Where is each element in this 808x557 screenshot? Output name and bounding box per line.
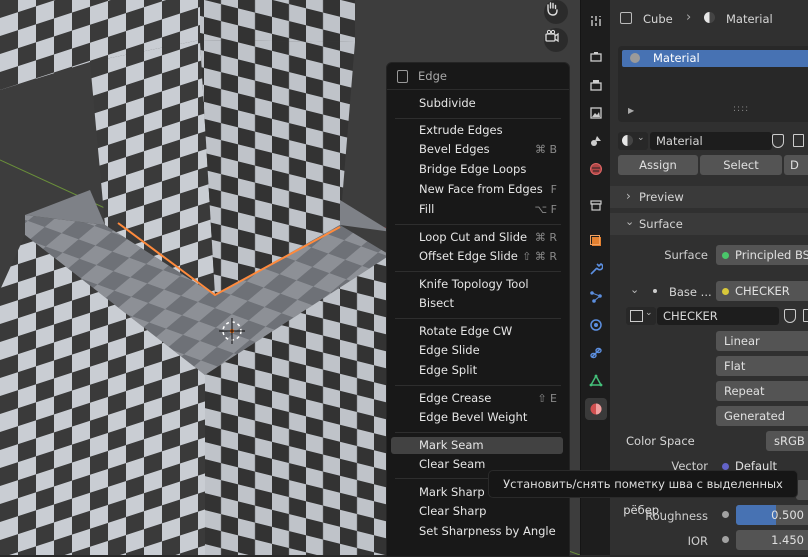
menu-icon xyxy=(397,70,408,83)
menu-item-subdivide[interactable]: Subdivide xyxy=(391,95,563,112)
chevron-down-icon: ⌄ xyxy=(625,215,635,228)
ior-value: 1.450 xyxy=(771,533,804,547)
object-icon[interactable] xyxy=(585,230,607,252)
particles-icon[interactable] xyxy=(585,286,607,308)
menu-item-set-sharpness-by-angle[interactable]: Set Sharpness by Angle xyxy=(391,523,563,540)
expand-triangle-icon[interactable]: ▶ xyxy=(628,106,634,115)
material-slot-list[interactable]: Material ▶ :::: xyxy=(618,46,808,122)
menu-item-bridge-edge-loops[interactable]: Bridge Edge Loops xyxy=(391,161,563,178)
scene-icon[interactable] xyxy=(585,130,607,152)
extension-dropdown[interactable]: Repeat xyxy=(716,381,808,401)
surface-shader-field[interactable]: Principled BS xyxy=(716,245,808,265)
output-icon[interactable] xyxy=(585,74,607,96)
material-selector: ⌄ Material xyxy=(610,130,808,152)
image-name-field[interactable]: CHECKER xyxy=(657,307,779,325)
menu-item-knife-topology-tool[interactable]: Knife Topology Tool xyxy=(391,276,563,293)
menu-item-extrude-edges[interactable]: Extrude Edges xyxy=(391,122,563,139)
menu-item-bevel-edges[interactable]: Bevel Edges ⌘ B xyxy=(391,141,563,158)
menu-item-clear-sharp[interactable]: Clear Sharp xyxy=(391,503,563,520)
menu-title: Edge xyxy=(418,69,447,83)
assign-button[interactable]: Assign xyxy=(618,155,698,175)
browse-image-icon[interactable]: ⌄ xyxy=(626,307,656,325)
collection-icon[interactable] xyxy=(585,194,607,216)
modifier-icon[interactable] xyxy=(585,258,607,280)
camera-icon[interactable] xyxy=(544,28,568,52)
browse-material-icon[interactable]: ⌄ xyxy=(618,132,648,150)
breadcrumb-object: Cube xyxy=(643,12,673,26)
surface-panel-title: Surface xyxy=(639,217,683,231)
image-selector: ⌄ CHECKER xyxy=(610,305,808,327)
select-button[interactable]: Select xyxy=(700,155,782,175)
roughness-value: 0.500 xyxy=(771,508,804,522)
constraints-icon[interactable] xyxy=(585,342,607,364)
chevron-right-icon: › xyxy=(686,10,692,25)
base-color-label: Base ... xyxy=(669,285,712,299)
chevron-down-icon[interactable]: ⌄ xyxy=(630,283,639,296)
menu-item-fill[interactable]: Fill ⌥ F xyxy=(391,201,563,218)
roughness-slider-fill xyxy=(736,505,776,525)
bullet-icon xyxy=(653,289,657,293)
menu-item-edge-slide[interactable]: Edge Slide xyxy=(391,342,563,359)
tool-icon[interactable] xyxy=(585,10,607,32)
duplicate-image-icon[interactable] xyxy=(803,309,808,322)
menu-item-edge-bevel-weight[interactable]: Edge Bevel Weight xyxy=(391,409,563,426)
chevron-right-icon: › xyxy=(626,189,631,203)
fake-user-shield-icon[interactable] xyxy=(772,134,784,148)
menu-item-loop-cut-and-slide[interactable]: Loop Cut and Slide ⌘ R xyxy=(391,229,563,246)
vector-socket-icon xyxy=(722,463,729,470)
preview-panel-header[interactable]: › Preview xyxy=(610,186,808,208)
menu-item-edge-crease[interactable]: Edge Crease ⇧ E xyxy=(391,390,563,407)
deselect-button[interactable]: D xyxy=(784,155,808,175)
material-icon[interactable] xyxy=(585,398,607,420)
menu-item-edge-split[interactable]: Edge Split xyxy=(391,362,563,379)
material-slot-name: Material xyxy=(653,51,700,65)
color-socket-icon xyxy=(722,288,729,295)
surface-panel-header[interactable]: ⌄ Surface xyxy=(610,213,808,235)
roughness-socket-icon xyxy=(722,511,729,518)
ior-field[interactable]: 1.450 xyxy=(736,530,808,550)
menu-item-mark-seam[interactable]: Mark Seam xyxy=(391,437,563,454)
roughness-slider[interactable]: 0.500 xyxy=(736,505,808,525)
shader-socket-icon xyxy=(722,252,729,259)
interpolation-dropdown[interactable]: Linear xyxy=(716,331,808,351)
color-space-dropdown[interactable]: sRGB xyxy=(766,431,808,451)
breadcrumb-material: Material xyxy=(726,12,773,26)
menu-item-offset-edge-slide[interactable]: Offset Edge Slide ⇧ ⌘ R xyxy=(391,248,563,265)
projection-dropdown[interactable]: Flat xyxy=(716,356,808,376)
base-color-input-field[interactable]: CHECKER xyxy=(716,281,808,301)
menu-item-new-face-from-edges[interactable]: New Face from Edges F xyxy=(391,181,563,198)
breadcrumb: Cube › Material xyxy=(610,9,808,29)
material-name-field[interactable]: Material xyxy=(650,132,772,150)
material-sphere-icon xyxy=(704,12,715,23)
physics-icon[interactable] xyxy=(585,314,607,336)
fake-user-shield-icon[interactable] xyxy=(784,309,796,323)
mesh-object-icon xyxy=(620,12,632,24)
source-dropdown[interactable]: Generated xyxy=(716,406,808,426)
world-icon[interactable] xyxy=(585,158,607,180)
menu-item-rotate-edge-cw[interactable]: Rotate Edge CW xyxy=(391,323,563,340)
duplicate-material-icon[interactable] xyxy=(793,134,804,147)
material-slot-icon xyxy=(630,53,640,63)
view-layer-icon[interactable] xyxy=(585,102,607,124)
hand-pan-icon[interactable] xyxy=(544,0,568,24)
data-icon[interactable] xyxy=(585,370,607,392)
preview-panel-title: Preview xyxy=(639,190,684,204)
material-slot-row[interactable]: Material xyxy=(622,50,808,67)
tooltip: Установить/снять пометку шва с выделенны… xyxy=(488,470,798,517)
resize-grip-icon[interactable]: :::: xyxy=(733,104,749,114)
menu-item-bisect[interactable]: Bisect xyxy=(391,295,563,312)
render-icon[interactable] xyxy=(585,46,607,68)
ior-label: IOR xyxy=(687,534,708,548)
surface-label: Surface xyxy=(664,248,708,262)
color-space-label: Color Space xyxy=(626,434,695,448)
menu-header: Edge xyxy=(387,63,569,90)
ior-socket-icon xyxy=(722,536,729,543)
